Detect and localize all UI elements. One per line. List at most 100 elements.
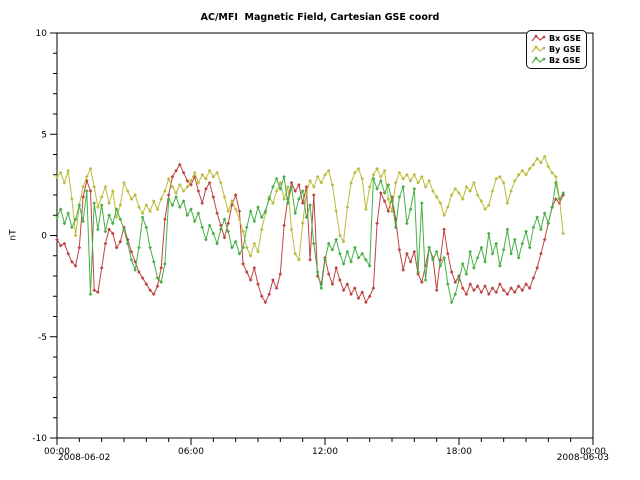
data-point-marker <box>312 193 316 197</box>
data-point-marker <box>104 242 108 246</box>
data-point-marker <box>197 189 201 193</box>
data-point-marker <box>513 238 517 242</box>
data-point-marker <box>446 282 450 286</box>
data-point-marker <box>312 242 316 246</box>
data-point-marker <box>338 278 342 282</box>
y-tick-label: -10 <box>32 434 47 444</box>
data-point-marker <box>55 215 59 219</box>
data-point-marker <box>461 262 465 266</box>
data-point-marker <box>234 207 238 211</box>
data-point-marker <box>156 284 160 288</box>
data-point-marker <box>249 278 253 282</box>
data-point-marker <box>435 288 439 292</box>
data-point-marker <box>252 266 256 270</box>
data-point-marker <box>193 171 197 175</box>
data-point-marker <box>275 189 279 193</box>
data-point-marker <box>401 185 405 189</box>
data-point-marker <box>115 215 119 219</box>
data-point-marker <box>431 258 435 262</box>
data-point-marker <box>386 209 390 213</box>
bx-line-sample-icon <box>531 34 546 43</box>
data-point-marker <box>260 294 264 298</box>
data-point-marker <box>256 205 260 209</box>
data-point-marker <box>271 278 275 282</box>
data-point-marker <box>509 189 513 193</box>
data-point-marker <box>141 215 145 219</box>
data-point-marker <box>468 250 472 254</box>
data-point-marker <box>223 195 227 199</box>
data-point-marker <box>424 278 428 282</box>
data-point-marker <box>137 246 141 250</box>
data-point-marker <box>66 252 70 256</box>
plot-area: 1050-5-1000:0006:0012:0018:0000:00 <box>0 0 640 480</box>
data-point-marker <box>386 197 390 201</box>
data-point-marker <box>520 242 524 246</box>
data-point-marker <box>104 230 108 234</box>
data-point-marker <box>342 262 346 266</box>
data-point-marker <box>122 181 126 185</box>
data-point-marker <box>539 252 543 256</box>
data-point-marker <box>100 195 104 199</box>
data-point-marker <box>89 292 93 296</box>
data-point-marker <box>249 209 253 213</box>
data-point-marker <box>211 232 215 236</box>
data-point-marker <box>517 256 521 260</box>
data-point-marker <box>59 207 63 211</box>
data-point-marker <box>193 219 197 223</box>
data-point-marker <box>368 185 372 189</box>
data-point-marker <box>85 189 89 193</box>
data-point-marker <box>96 228 100 232</box>
data-point-marker <box>78 246 82 250</box>
data-point-marker <box>66 211 70 215</box>
data-point-marker <box>453 292 457 296</box>
data-point-marker <box>96 290 100 294</box>
data-point-marker <box>506 201 510 205</box>
data-point-marker <box>465 272 469 276</box>
data-point-marker <box>118 203 122 207</box>
data-point-marker <box>104 185 108 189</box>
data-point-marker <box>204 238 208 242</box>
plot-frame <box>57 33 593 438</box>
data-point-marker <box>491 252 495 256</box>
data-point-marker <box>252 242 256 246</box>
data-point-marker <box>372 286 376 290</box>
data-point-marker <box>297 197 301 201</box>
data-point-marker <box>63 181 67 185</box>
data-point-marker <box>267 292 271 296</box>
data-point-marker <box>286 185 290 189</box>
data-point-marker <box>92 288 96 292</box>
data-point-marker <box>271 185 275 189</box>
data-point-marker <box>319 286 323 290</box>
data-point-marker <box>215 211 219 215</box>
data-point-marker <box>353 246 357 250</box>
data-point-marker <box>491 189 495 193</box>
data-point-marker <box>509 252 513 256</box>
data-point-marker <box>197 211 201 215</box>
data-point-marker <box>349 260 353 264</box>
data-point-marker <box>282 175 286 179</box>
legend-label-bz: Bz GSE <box>549 56 580 65</box>
data-point-marker <box>364 207 368 211</box>
data-point-marker <box>412 250 416 254</box>
data-point-marker <box>208 224 212 228</box>
data-point-marker <box>275 177 279 181</box>
data-point-marker <box>156 207 160 211</box>
chart-title: AC/MFI Magnetic Field, Cartesian GSE coo… <box>0 12 640 23</box>
data-point-marker <box>539 228 543 232</box>
data-point-marker <box>472 266 476 270</box>
data-point-marker <box>66 169 70 173</box>
data-point-marker <box>163 189 167 193</box>
data-point-marker <box>334 238 338 242</box>
data-point-marker <box>409 207 413 211</box>
data-point-marker <box>81 195 85 199</box>
data-point-marker <box>532 226 536 230</box>
data-point-marker <box>200 201 204 205</box>
data-point-marker <box>379 179 383 183</box>
data-point-marker <box>494 242 498 246</box>
data-point-marker <box>394 181 398 185</box>
data-point-marker <box>223 236 227 240</box>
x-tick-label: 18:00 <box>446 447 472 457</box>
legend-label-by: By GSE <box>549 45 581 54</box>
data-point-marker <box>290 228 294 232</box>
data-point-marker <box>450 270 454 274</box>
